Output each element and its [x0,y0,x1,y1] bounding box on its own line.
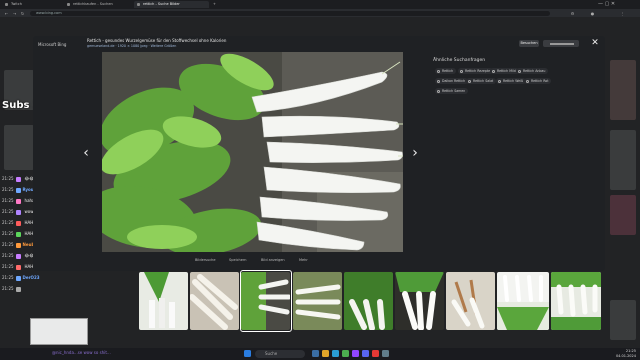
view-image-button[interactable]: Bild anzeigen [261,258,285,262]
filmstrip-thumbnail[interactable] [551,272,601,330]
taskbar-search[interactable]: Suche [255,350,305,358]
chat-timestamp: 21:25 [2,286,14,291]
related-search-chip[interactable]: Rettich [435,68,457,74]
menu-icon[interactable]: ⋮ [620,11,625,16]
filmstrip-thumbnail[interactable] [446,272,495,330]
main-image[interactable] [102,52,403,252]
reload-icon[interactable]: ↻ [20,11,25,16]
file-explorer-icon[interactable] [322,350,329,357]
discord-icon[interactable] [362,350,369,357]
related-search-chip[interactable]: Rettich Rot [524,78,552,84]
tab-favicon-icon [5,3,8,6]
related-search-chip[interactable]: Daikon Rettich [435,78,469,84]
tab-favicon-icon [67,3,70,6]
related-search-chip[interactable]: Rettich Rezepte [458,68,494,74]
chat-timestamp: 21:25 [2,275,14,280]
chat-username[interactable]: DerO23 [23,275,40,280]
obs-icon[interactable] [372,350,379,357]
forward-icon[interactable]: → [12,11,17,16]
filmstrip-thumbnail[interactable] [497,272,549,330]
chat-timestamp: 21:25 [2,209,14,214]
chat-timestamp: 21:25 [2,220,14,225]
related-search-chip[interactable]: Rettich Mild [490,68,519,74]
chat-badge-icon [15,286,21,292]
image-title[interactable]: Rettich - gesundes Wurzelgemüse für den … [87,38,226,43]
chrome-icon[interactable] [342,350,349,357]
related-search-chip[interactable]: Rettich Weiß [496,78,527,84]
filmstrip-thumbnail[interactable] [190,272,239,330]
extensions-icon[interactable]: ⚙ [570,11,575,16]
related-search-chip[interactable]: Rettich Anbau [516,68,549,74]
chat-timestamp: 21:25 [2,176,14,181]
chat-badge-icon [15,220,21,226]
app-icon[interactable] [382,350,389,357]
filmstrip-thumbnail[interactable] [293,272,342,330]
visit-button[interactable]: Besuchen [519,40,539,47]
chat-badge-icon [15,198,21,204]
next-image-icon[interactable]: › [410,145,420,161]
more-button[interactable]: Mehr [299,258,308,262]
related-search-chip[interactable]: Rettich Salat [466,78,497,84]
filmstrip-thumbnail[interactable] [139,272,188,330]
chat-message: 21:25 [2,285,25,293]
close-icon[interactable]: ✕ [591,38,599,48]
chat-timestamp: 21:25 [2,231,14,236]
related-searches-heading: Ähnliche Suchanfragen [433,58,486,63]
chat-badge-icon [15,275,21,281]
image-source[interactable]: gemueseland.de · 1920 × 1080 jpeg · Weit… [87,44,176,48]
visual-search-button[interactable]: Bildersuche [195,258,216,262]
chat-badge-icon [15,264,21,270]
new-tab-button[interactable]: + [204,1,223,8]
system-clock[interactable]: 21:25 04.01.2024 [604,349,636,359]
chat-badge-icon [15,242,21,248]
related-search-chip[interactable]: Rettich Samen [435,88,469,94]
twitch-icon[interactable] [352,350,359,357]
webcam-overlay [30,318,88,345]
chat-message: 21:25 DerO23 [2,274,42,282]
window-controls[interactable]: — ▢ ✕ [598,1,615,7]
back-icon[interactable]: ← [4,11,9,16]
browser-tab-bar: Twitch rettichkaufen - Suchen rettich - … [0,0,640,9]
start-icon[interactable] [244,350,251,357]
chat-badge-icon [15,231,21,237]
selected-thumbnail-outline [240,270,292,332]
zoom-slider[interactable] [550,43,574,45]
chat-badge-icon [15,209,21,215]
chat-badge-icon [15,187,21,193]
bing-logo[interactable]: Microsoft Bing [38,42,66,47]
browser-tab[interactable]: Twitch [2,1,69,8]
chat-input-preview: @nic_hnda...se wow so shit... [52,350,111,355]
browser-tab-active[interactable]: rettich - Suche Bilder [134,1,209,8]
tab-favicon-icon [137,3,140,6]
previous-image-icon[interactable]: ‹ [81,145,91,161]
chat-timestamp: 21:25 [2,253,14,258]
chat-timestamp: 21:25 [2,264,14,269]
edge-icon[interactable] [332,350,339,357]
chat-timestamp: 21:25 [2,198,14,203]
filmstrip-thumbnail[interactable] [395,272,444,330]
filmstrip-thumbnail[interactable] [344,272,393,330]
chat-timestamp: 21:25 [2,242,14,247]
taskview-icon[interactable] [312,350,319,357]
chat-timestamp: 21:25 [2,187,14,192]
url-input[interactable]: www.bing.com [30,10,550,16]
browser-tab[interactable]: rettichkaufen - Suchen [64,1,139,8]
chat-message: 21:25 wow [2,208,34,216]
save-button[interactable]: Speichern [229,258,246,262]
chat-badge-icon [15,253,21,259]
profile-icon[interactable]: ● [590,11,595,16]
chat-badge-icon [15,176,21,182]
